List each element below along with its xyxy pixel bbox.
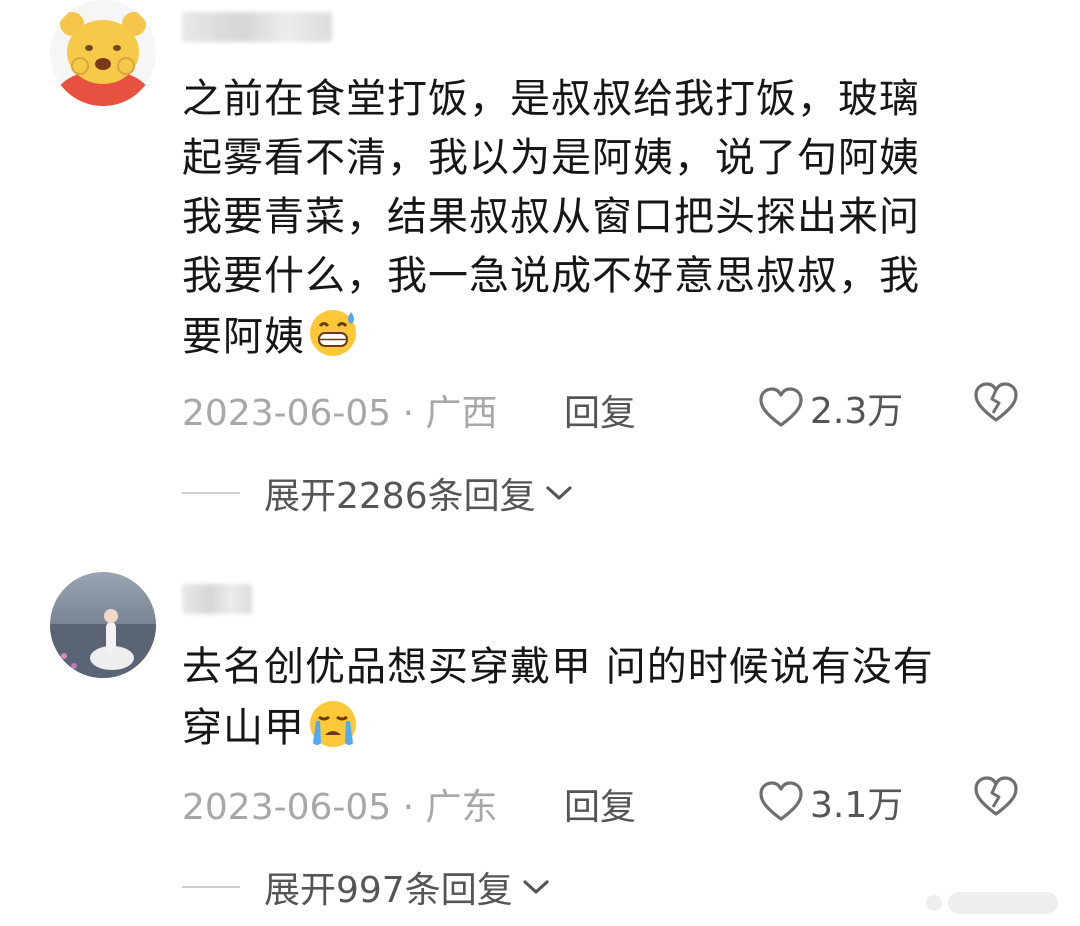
broken-heart-icon: [974, 776, 1018, 816]
watermark-bar: [948, 892, 1058, 914]
seaside-photo-avatar-icon: [50, 572, 156, 678]
comment-meta: 2023-06-05 · 广西 回复 2.3万: [182, 382, 1042, 436]
like-count: 2.3万: [810, 391, 904, 432]
comment-meta: 2023-06-05 · 广东 回复 3.1万: [182, 776, 1042, 830]
divider-line: [182, 492, 240, 494]
heart-icon: [759, 781, 803, 821]
expand-replies-label: 展开2286条回复: [264, 476, 536, 517]
expand-replies-button[interactable]: 展开2286条回复: [182, 468, 574, 518]
chevron-down-icon: [546, 486, 572, 500]
heart-icon: [759, 387, 803, 427]
watermark-logo-icon: [926, 895, 942, 911]
watermark: [926, 892, 1058, 914]
comment-text: 之前在食堂打饭，是叔叔给我打饭，玻璃 起雾看不清，我以为是阿姨，说了句阿姨 我要…: [182, 70, 1012, 367]
broken-heart-icon: [974, 382, 1018, 422]
username[interactable]: 7: [182, 584, 252, 614]
divider-line: [182, 886, 240, 888]
comment-text: 去名创优品想买穿戴甲 问的时候说有没有 穿山甲: [182, 638, 1012, 758]
username[interactable]: NG: [182, 12, 332, 42]
reply-button[interactable]: 回复: [564, 778, 636, 830]
avatar[interactable]: [50, 572, 156, 678]
comment-text-body: 之前在食堂打饭，是叔叔给我打饭，玻璃 起雾看不清，我以为是阿姨，说了句阿姨 我要…: [182, 76, 920, 360]
like-button[interactable]: 2.3万: [758, 382, 903, 434]
expand-replies-button[interactable]: 展开997条回复: [182, 862, 551, 912]
crying-emoji-icon: [310, 701, 356, 747]
dislike-button[interactable]: [972, 382, 1020, 433]
reply-button[interactable]: 回复: [564, 384, 636, 436]
date-location: 2023-06-05 · 广东: [182, 787, 498, 828]
date-location: 2023-06-05 · 广西: [182, 393, 498, 434]
cartoon-bear-avatar-icon: [50, 0, 156, 106]
chevron-down-icon: [523, 880, 549, 894]
dislike-button[interactable]: [972, 776, 1020, 827]
like-button[interactable]: 3.1万: [758, 776, 903, 828]
avatar[interactable]: [50, 0, 156, 106]
like-count: 3.1万: [810, 785, 904, 826]
expand-replies-label: 展开997条回复: [264, 870, 513, 911]
grinning-sweat-emoji-icon: [310, 310, 356, 356]
comment-text-body: 去名创优品想买穿戴甲 问的时候说有没有 穿山甲: [182, 644, 934, 751]
